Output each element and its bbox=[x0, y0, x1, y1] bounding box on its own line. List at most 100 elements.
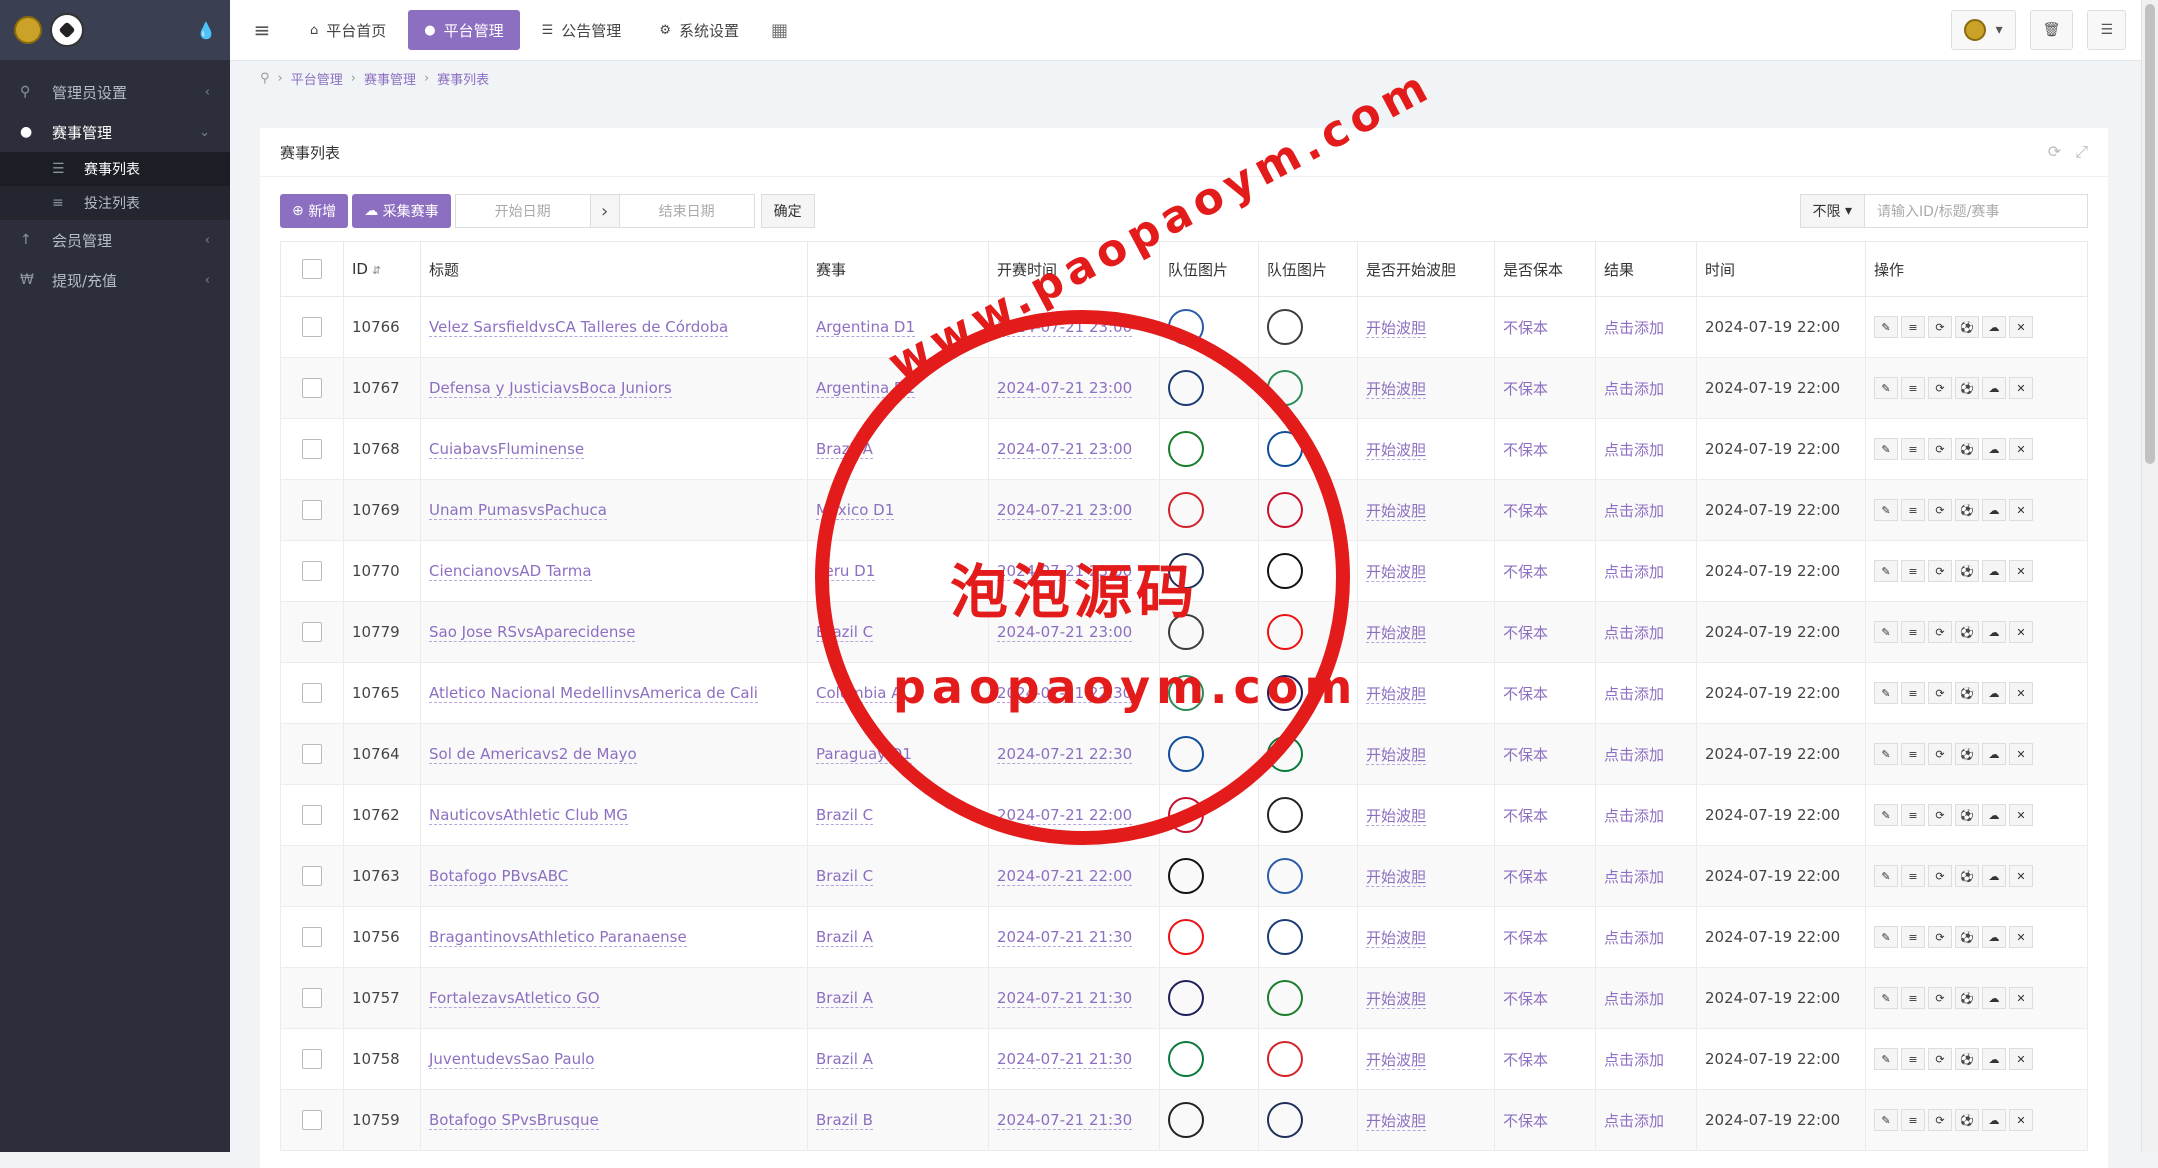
row-wave-link[interactable]: 开始波胆 bbox=[1366, 684, 1427, 704]
list-icon[interactable]: ≡ bbox=[1901, 499, 1925, 521]
breadcrumb-item[interactable]: 赛事列表 bbox=[437, 69, 489, 88]
list-icon[interactable]: ≡ bbox=[1901, 560, 1925, 582]
edit-icon[interactable]: ✎ bbox=[1874, 1048, 1898, 1070]
row-guarantee-link[interactable]: 不保本 bbox=[1503, 624, 1548, 642]
soccer-ball-icon[interactable]: ⚽ bbox=[1955, 682, 1979, 704]
refresh-icon[interactable]: ⟳ bbox=[1928, 987, 1952, 1009]
row-league-link[interactable]: Brazil A bbox=[816, 989, 873, 1008]
soccer-ball-icon[interactable]: ⚽ bbox=[1955, 743, 1979, 765]
column-id[interactable]: ID ⇵ bbox=[343, 241, 421, 297]
soccer-ball-icon[interactable]: ⚽ bbox=[1955, 438, 1979, 460]
cloud-icon[interactable]: ☁ bbox=[1982, 743, 2006, 765]
row-title-link[interactable]: FortalezavsAtletico GO bbox=[429, 989, 600, 1008]
soccer-ball-icon[interactable]: ⚽ bbox=[1955, 804, 1979, 826]
row-result-link[interactable]: 点击添加 bbox=[1604, 380, 1664, 398]
row-league-link[interactable]: Brazil C bbox=[816, 867, 874, 886]
row-wave-link[interactable]: 开始波胆 bbox=[1366, 1050, 1427, 1070]
user-menu-button[interactable]: ▾ bbox=[1950, 10, 2016, 50]
cloud-icon[interactable]: ☁ bbox=[1982, 865, 2006, 887]
list-icon[interactable]: ≡ bbox=[1901, 316, 1925, 338]
sort-icon[interactable]: ⇵ bbox=[372, 264, 381, 277]
list-icon[interactable]: ≡ bbox=[1901, 377, 1925, 399]
sidebar-item-members[interactable]: ↑ 会员管理 ‹ bbox=[0, 220, 230, 260]
vertical-scrollbar[interactable] bbox=[2141, 0, 2158, 1152]
sidebar-subitem-event-list[interactable]: ☰ 赛事列表 bbox=[0, 152, 230, 186]
row-result-link[interactable]: 点击添加 bbox=[1604, 746, 1664, 764]
close-icon[interactable]: ✕ bbox=[2009, 865, 2033, 887]
row-result-link[interactable]: 点击添加 bbox=[1604, 929, 1664, 947]
row-checkbox[interactable] bbox=[302, 683, 322, 703]
close-icon[interactable]: ✕ bbox=[2009, 316, 2033, 338]
cloud-icon[interactable]: ☁ bbox=[1982, 316, 2006, 338]
refresh-icon[interactable]: ⟳ bbox=[2048, 142, 2061, 162]
row-result-link[interactable]: 点击添加 bbox=[1604, 441, 1664, 459]
close-icon[interactable]: ✕ bbox=[2009, 682, 2033, 704]
cloud-icon[interactable]: ☁ bbox=[1982, 804, 2006, 826]
refresh-icon[interactable]: ⟳ bbox=[1928, 1109, 1952, 1131]
cloud-icon[interactable]: ☁ bbox=[1982, 1048, 2006, 1070]
edit-icon[interactable]: ✎ bbox=[1874, 987, 1898, 1009]
breadcrumb-item[interactable]: 赛事管理 bbox=[364, 69, 416, 88]
list-icon[interactable]: ≡ bbox=[1901, 682, 1925, 704]
row-league-link[interactable]: Brazil C bbox=[816, 806, 874, 825]
soccer-ball-icon[interactable]: ⚽ bbox=[1955, 865, 1979, 887]
cloud-icon[interactable]: ☁ bbox=[1982, 560, 2006, 582]
row-select-cell[interactable] bbox=[280, 479, 344, 541]
refresh-icon[interactable]: ⟳ bbox=[1928, 316, 1952, 338]
row-guarantee-link[interactable]: 不保本 bbox=[1503, 746, 1548, 764]
list-icon[interactable]: ≡ bbox=[1901, 987, 1925, 1009]
row-result-link[interactable]: 点击添加 bbox=[1604, 1051, 1664, 1069]
close-icon[interactable]: ✕ bbox=[2009, 438, 2033, 460]
refresh-icon[interactable]: ⟳ bbox=[1928, 621, 1952, 643]
tab-settings[interactable]: ⚙ 系统设置 bbox=[643, 10, 755, 50]
row-title-link[interactable]: Defensa y JusticiavsBoca Juniors bbox=[429, 379, 672, 398]
row-title-link[interactable]: Unam PumasvsPachuca bbox=[429, 501, 607, 520]
soccer-ball-icon[interactable]: ⚽ bbox=[1955, 1109, 1979, 1131]
row-select-cell[interactable] bbox=[280, 723, 344, 785]
close-icon[interactable]: ✕ bbox=[2009, 1048, 2033, 1070]
close-icon[interactable]: ✕ bbox=[2009, 804, 2033, 826]
row-checkbox[interactable] bbox=[302, 561, 322, 581]
row-select-cell[interactable] bbox=[280, 540, 344, 602]
row-checkbox[interactable] bbox=[302, 988, 322, 1008]
soccer-ball-icon[interactable]: ⚽ bbox=[1955, 621, 1979, 643]
select-all-header[interactable] bbox=[280, 241, 344, 297]
row-result-link[interactable]: 点击添加 bbox=[1604, 319, 1664, 337]
row-title-link[interactable]: Botafogo SPvsBrusque bbox=[429, 1111, 599, 1130]
edit-icon[interactable]: ✎ bbox=[1874, 316, 1898, 338]
row-guarantee-link[interactable]: 不保本 bbox=[1503, 380, 1548, 398]
soccer-ball-icon[interactable]: ⚽ bbox=[1955, 560, 1979, 582]
edit-icon[interactable]: ✎ bbox=[1874, 682, 1898, 704]
row-title-link[interactable]: Atletico Nacional MedellinvsAmerica de C… bbox=[429, 684, 758, 703]
row-checkbox[interactable] bbox=[302, 744, 322, 764]
row-wave-link[interactable]: 开始波胆 bbox=[1366, 440, 1427, 460]
tab-home[interactable]: ⌂ 平台首页 bbox=[294, 10, 402, 50]
list-icon[interactable]: ≡ bbox=[1901, 926, 1925, 948]
row-guarantee-link[interactable]: 不保本 bbox=[1503, 868, 1548, 886]
list-icon[interactable]: ≡ bbox=[1901, 865, 1925, 887]
row-wave-link[interactable]: 开始波胆 bbox=[1366, 1111, 1427, 1131]
edit-icon[interactable]: ✎ bbox=[1874, 804, 1898, 826]
edit-icon[interactable]: ✎ bbox=[1874, 499, 1898, 521]
row-result-link[interactable]: 点击添加 bbox=[1604, 624, 1664, 642]
cloud-icon[interactable]: ☁ bbox=[1982, 926, 2006, 948]
sidebar-item-admin[interactable]: ⚲ 管理员设置 ‹ bbox=[0, 72, 230, 112]
row-wave-link[interactable]: 开始波胆 bbox=[1366, 379, 1427, 399]
start-date-input[interactable]: 开始日期 bbox=[454, 194, 591, 228]
row-checkbox[interactable] bbox=[302, 927, 322, 947]
refresh-icon[interactable]: ⟳ bbox=[1928, 377, 1952, 399]
row-checkbox[interactable] bbox=[302, 622, 322, 642]
menu-toggle-icon[interactable]: ≡ bbox=[230, 18, 294, 42]
edit-icon[interactable]: ✎ bbox=[1874, 377, 1898, 399]
row-select-cell[interactable] bbox=[280, 1028, 344, 1090]
edit-icon[interactable]: ✎ bbox=[1874, 621, 1898, 643]
row-wave-link[interactable]: 开始波胆 bbox=[1366, 989, 1427, 1009]
list-icon[interactable]: ≡ bbox=[1901, 621, 1925, 643]
row-result-link[interactable]: 点击添加 bbox=[1604, 563, 1664, 581]
cloud-icon[interactable]: ☁ bbox=[1982, 1109, 2006, 1131]
row-select-cell[interactable] bbox=[280, 845, 344, 907]
refresh-icon[interactable]: ⟳ bbox=[1928, 865, 1952, 887]
tab-notice[interactable]: ☰ 公告管理 bbox=[526, 10, 638, 50]
grid-icon[interactable]: ▦ bbox=[771, 20, 788, 41]
row-title-link[interactable]: Sol de Americavs2 de Mayo bbox=[429, 745, 637, 764]
